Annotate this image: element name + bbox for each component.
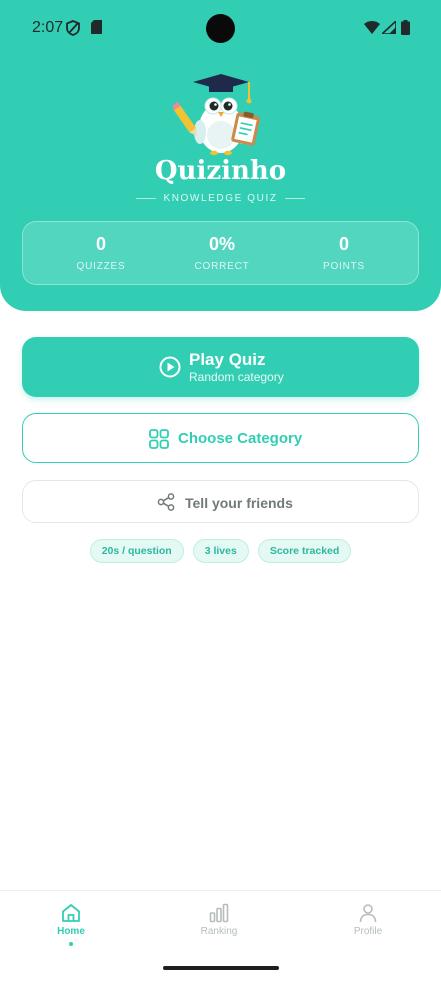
status-time: 2:07 bbox=[32, 19, 64, 36]
signal-icon bbox=[382, 21, 396, 34]
nav-item-home[interactable]: Home bbox=[21, 903, 121, 946]
status-bar: 2:07 bbox=[0, 0, 441, 56]
header: 2:07 Quizinho KNOWLEDGE QUIZ 0 QUIZZES 0… bbox=[0, 0, 441, 311]
active-indicator bbox=[69, 942, 73, 946]
nav-label-ranking: Ranking bbox=[200, 926, 238, 937]
sd-card-icon bbox=[91, 20, 102, 34]
nav-label-home: Home bbox=[57, 926, 85, 937]
subtitle-divider bbox=[136, 198, 157, 199]
app-title: Quizinho bbox=[154, 156, 287, 186]
app-subtitle: KNOWLEDGE QUIZ bbox=[163, 193, 278, 204]
nav-label-profile: Profile bbox=[353, 926, 383, 937]
chip-lives: 3 lives bbox=[192, 539, 249, 563]
chip-time-per-question: 20s / question bbox=[89, 539, 184, 563]
tell-friends-button[interactable]: Tell your friends bbox=[22, 480, 419, 523]
stat-correct: 0% CORRECT bbox=[156, 234, 288, 272]
play-quiz-subtitle: Random category bbox=[189, 370, 284, 384]
stat-label: QUIZZES bbox=[76, 261, 126, 272]
play-quiz-button[interactable]: Play Quiz Random category bbox=[22, 337, 419, 397]
tell-friends-label: Tell your friends bbox=[185, 495, 293, 511]
bar-chart-icon bbox=[209, 903, 229, 923]
shield-icon bbox=[66, 20, 80, 36]
nav-item-profile[interactable]: Profile bbox=[318, 903, 418, 937]
choose-category-button[interactable]: Choose Category bbox=[22, 413, 419, 463]
stat-value: 0 bbox=[338, 234, 349, 254]
wifi-icon bbox=[364, 21, 380, 34]
home-indicator[interactable] bbox=[163, 966, 279, 970]
camera-cutout bbox=[206, 14, 235, 43]
choose-category-label: Choose Category bbox=[178, 430, 303, 447]
battery-icon bbox=[401, 20, 410, 35]
stat-value: 0 bbox=[95, 234, 106, 254]
play-quiz-title: Play Quiz bbox=[189, 350, 266, 369]
feature-chips: 20s / question 3 lives Score tracked bbox=[0, 539, 441, 563]
stat-value: 0% bbox=[208, 234, 235, 254]
stats-card: 0 QUIZZES 0% CORRECT 0 POINTS bbox=[22, 221, 419, 285]
nav-item-ranking[interactable]: Ranking bbox=[169, 903, 269, 937]
stat-label: CORRECT bbox=[194, 261, 250, 272]
stat-quizzes: 0 QUIZZES bbox=[35, 234, 167, 272]
play-circle-icon bbox=[159, 356, 181, 378]
owl-mascot-icon bbox=[173, 74, 260, 156]
stat-points: 0 POINTS bbox=[278, 234, 410, 272]
home-icon bbox=[62, 904, 80, 922]
subtitle-row: KNOWLEDGE QUIZ bbox=[0, 193, 441, 204]
share-icon bbox=[157, 493, 175, 511]
subtitle-divider bbox=[284, 198, 305, 199]
chip-score-tracked: Score tracked bbox=[257, 539, 352, 563]
user-icon bbox=[359, 904, 377, 923]
stat-label: POINTS bbox=[322, 261, 366, 272]
grid-icon bbox=[149, 429, 169, 449]
